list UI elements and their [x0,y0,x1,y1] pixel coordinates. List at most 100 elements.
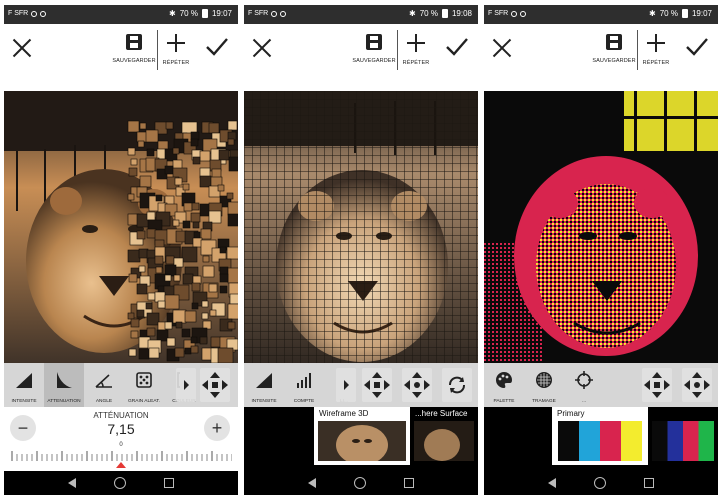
glitch-block [227,267,238,284]
recent-apps-icon[interactable] [164,478,174,488]
slider-marker [116,462,126,468]
glitch-block [227,303,238,320]
preset-secondary[interactable] [648,407,718,465]
glitch-block [127,312,135,320]
action-bar: SAUVEGARDER RÉPÉTER [484,24,718,90]
glitch-block [193,231,201,239]
glitch-block [227,120,238,131]
preset-thumbnail [414,421,474,461]
back-icon[interactable] [308,478,316,488]
check-icon[interactable] [684,34,710,60]
glitch-block [156,329,169,342]
battery-label: 70 % [659,9,678,18]
glitch-block [181,246,198,263]
glitch-block [182,183,190,191]
increase-button[interactable]: + [204,415,230,441]
photo-canvas[interactable] [244,91,478,367]
preset-title: Wireframe 3D [319,409,369,418]
photo-canvas[interactable] [4,91,238,367]
scroll-more-button[interactable] [336,368,356,402]
glitch-block [128,348,137,357]
glitch-block [155,266,163,274]
move-button[interactable] [642,368,672,402]
refresh-icon [449,376,465,394]
glitch-block [145,129,159,143]
repeat-button[interactable]: RÉPÉTER [634,34,678,66]
glitch-block [139,175,152,188]
back-icon[interactable] [68,478,76,488]
tool-intensity[interactable]: INTENSITÉ [244,363,284,407]
value-slider[interactable] [10,447,232,469]
glitch-block [136,283,148,295]
repeat-button[interactable]: RÉPÉTER [394,34,438,66]
save-button[interactable]: SAUVEGARDER [592,34,636,64]
palette-swatch [579,421,600,461]
recent-apps-icon[interactable] [644,478,654,488]
preset-sphere-surface[interactable]: ...here Surface [410,407,478,465]
glitch-block [164,294,180,310]
save-icon [606,34,622,50]
glitch-block [174,177,183,186]
angle-icon [95,374,112,388]
back-icon[interactable] [548,478,556,488]
close-icon[interactable] [490,36,514,60]
check-icon[interactable] [204,34,230,60]
glitch-block [127,120,140,133]
tool-count[interactable]: COMPTE [284,363,324,407]
refresh-button[interactable] [442,368,472,402]
home-icon[interactable] [354,477,366,489]
palette-swatch [621,421,642,461]
photo-canvas[interactable] [484,91,718,367]
preset-primary[interactable]: Primary [552,407,648,465]
save-button[interactable]: SAUVEGARDER [112,34,156,64]
tool-random-grain[interactable]: GRAIN ALÉAT. [124,363,164,407]
glitch-block [130,318,140,328]
tool-angle[interactable]: ANGLE [84,363,124,407]
glitch-block [201,312,209,320]
tool-dithering[interactable]: TRAMAGE [524,363,564,407]
glitch-block [199,175,212,188]
glitch-block [202,255,210,263]
glitch-block [181,328,191,338]
glitch-block [165,121,174,130]
preset-thumbnail [318,421,406,461]
check-icon[interactable] [444,34,470,60]
intensity-icon [256,373,272,388]
phone-screen-palette: F SFR ✱ 70 % 19:07 SAUVEGARDER RÉPÉTER P… [484,5,718,495]
wifi-icon [31,10,38,17]
bluetooth-icon: ✱ [409,9,416,18]
move-alt-button[interactable] [682,368,712,402]
save-button[interactable]: SAUVEGARDER [352,34,396,64]
move-button[interactable] [200,368,230,402]
recent-apps-icon[interactable] [404,478,414,488]
tool-palette[interactable]: PALETTE [484,363,524,407]
glitch-block [173,274,181,282]
glitch-block [157,300,166,309]
clock: 19:08 [451,9,472,18]
wireframe-grid [244,91,478,367]
move-button[interactable] [362,368,392,402]
tool-attenuation[interactable]: ATTÉNUATION [44,363,84,407]
home-icon[interactable] [594,477,606,489]
tool-target[interactable]: ... [564,363,604,407]
close-icon[interactable] [10,36,34,60]
decrease-button[interactable]: − [10,415,36,441]
glitch-block [136,131,148,143]
glitch-block [191,202,200,211]
palette-swatch [698,421,714,461]
move-arrows-icon [364,372,390,398]
glitch-block [164,321,173,330]
glitch-block [199,150,211,162]
close-icon[interactable] [250,36,274,60]
preset-wireframe-3d[interactable]: Wireframe 3D [314,407,410,465]
wifi-icon [271,10,278,17]
glitch-block [227,213,238,227]
move-alt-button[interactable] [402,368,432,402]
repeat-button[interactable]: RÉPÉTER [154,34,198,66]
glitch-block [164,165,174,175]
tool-intensity[interactable]: INTENSITÉ [4,363,44,407]
home-icon[interactable] [114,477,126,489]
scroll-more-button[interactable] [176,368,196,402]
palette-swatches [558,421,642,461]
glitch-block [191,282,201,292]
